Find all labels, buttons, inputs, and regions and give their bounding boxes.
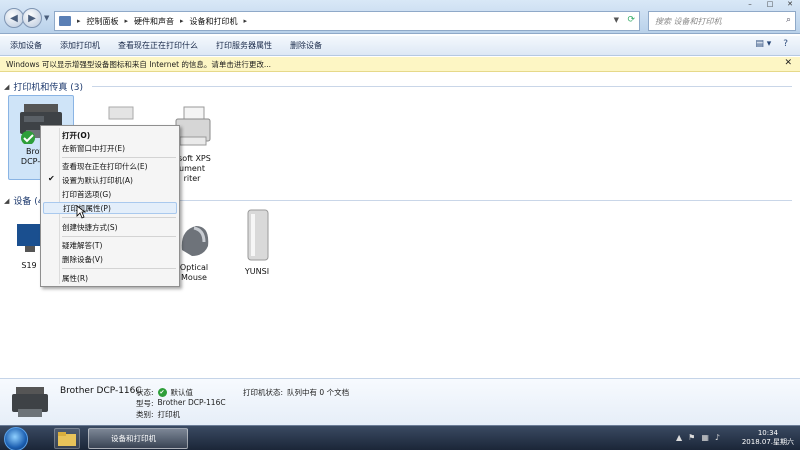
model-label: 型号: [136, 399, 154, 408]
menu-separator [62, 236, 176, 237]
menu-item-printer-properties[interactable]: 打印机属性(P) [43, 202, 177, 214]
taskbar-explorer-button[interactable] [54, 428, 80, 449]
window-controls: – □ ✕ [740, 0, 800, 11]
address-bar-area: ◀ ▶ ▼ ▸ 控制面板 ▸ 硬件和声音 ▸ 设备和打印机 ▸ ▼ ⟳ 搜索 设… [0, 0, 800, 34]
mouse-icon [181, 226, 209, 256]
menu-item-create-shortcut[interactable]: 创建快捷方式(S) [43, 221, 177, 233]
add-printer-button[interactable]: 添加打印机 [60, 40, 100, 51]
clock-date: 2018.07.星期六 [741, 438, 794, 446]
check-circle-icon: ✔ [157, 388, 167, 397]
help-icon[interactable]: ? [783, 39, 788, 49]
view-options-icon[interactable]: ▤ ▾ [755, 39, 771, 49]
clock-time: 10:34 [757, 429, 778, 437]
details-pane: Brother DCP-116C 状态: ✔ 默认值 型号: Brother D… [0, 378, 800, 425]
group-header-printers[interactable]: ◢ 打印机和传真 (3) [4, 80, 84, 94]
monitor-icon [17, 224, 41, 252]
menu-item-properties[interactable]: 属性(R) [43, 272, 177, 284]
info-bar-text: Windows 可以显示增强型设备图标和来自 Internet 的信息。请单击进… [6, 59, 272, 69]
control-panel-icon [59, 16, 71, 26]
system-tray: ▲ ⚑ ▦ ♪ [676, 433, 720, 442]
printer-status-label: 打印机状态: [243, 388, 284, 397]
show-hidden-icons-icon[interactable]: ▲ [676, 433, 682, 442]
menu-item-remove-device[interactable]: 删除设备(V) [43, 253, 177, 265]
menu-item-preferences[interactable]: 打印首选项(G) [43, 188, 177, 200]
menu-item-open-new-window[interactable]: 在新窗口中打开(E) [43, 142, 177, 154]
arrow-left-icon: ◀ [10, 12, 18, 24]
device-name: Brother DCP-116C [60, 386, 142, 396]
search-input[interactable]: 搜索 设备和打印机 ⌕ [648, 11, 796, 31]
printer-tile-fax[interactable] [100, 105, 140, 125]
context-menu: 打开(O) 在新窗口中打开(E) 查看现在正在打印什么(E) ✔ 设置为默认打印机… [40, 125, 180, 287]
collapse-icon: ◢ [4, 82, 10, 91]
forward-button[interactable]: ▶ [22, 8, 42, 28]
info-bar[interactable]: Windows 可以显示增强型设备图标和来自 Internet 的信息。请单击进… [0, 57, 800, 72]
minimize-button[interactable]: – [740, 0, 760, 11]
category-label: 类别: [136, 410, 154, 419]
fax-icon [108, 106, 134, 120]
device-tile-drive[interactable]: YUNSI [234, 208, 280, 282]
device-label: YUNSI [244, 267, 270, 276]
print-server-properties-button[interactable]: 打印服务器属性 [216, 40, 272, 51]
clock[interactable]: 10:34 2018.07.星期六 [742, 429, 794, 447]
remove-device-button[interactable]: 删除设备 [290, 40, 322, 51]
see-whats-printing-button[interactable]: 查看现在正在打印什么 [118, 40, 198, 51]
network-icon[interactable]: ▦ [701, 433, 709, 442]
printer-status-value: 队列中有 0 个文档 [287, 388, 350, 397]
back-button[interactable]: ◀ [4, 8, 24, 28]
category-value: 打印机 [157, 410, 181, 419]
maximize-button[interactable]: □ [760, 0, 780, 11]
close-icon[interactable]: ✕ [784, 58, 792, 68]
volume-icon[interactable]: ♪ [715, 433, 720, 442]
arrow-right-icon: ▶ [28, 12, 36, 24]
address-field[interactable]: ▸ 控制面板 ▸ 硬件和声音 ▸ 设备和打印机 ▸ ▼ ⟳ [54, 11, 640, 31]
printer-icon [12, 387, 48, 417]
checkmark-icon: ✔ [48, 174, 55, 183]
command-bar: 添加设备 添加打印机 查看现在正在打印什么 打印服务器属性 删除设备 ▤ ▾ ? [0, 36, 800, 56]
breadcrumb-item[interactable]: 控制面板 [87, 16, 119, 27]
status-label: 状态: [136, 388, 154, 397]
folder-icon [58, 432, 76, 446]
menu-separator [62, 157, 176, 158]
start-button[interactable] [4, 427, 28, 450]
menu-item-set-default[interactable]: ✔ 设置为默认打印机(A) [43, 174, 177, 186]
recent-pages-dropdown[interactable]: ▼ [44, 14, 49, 22]
model-value: Brother DCP-116C [157, 398, 226, 407]
flag-icon[interactable]: ⚑ [688, 433, 695, 442]
breadcrumb-item[interactable]: 设备和打印机 [190, 16, 238, 27]
address-dropdown[interactable]: ▼ [614, 16, 619, 24]
search-placeholder: 搜索 设备和打印机 [655, 16, 722, 26]
mouse-cursor-icon [76, 205, 86, 219]
menu-item-open[interactable]: 打开(O) [43, 129, 177, 141]
usb-drive-icon [247, 209, 269, 261]
breadcrumb-item[interactable]: 硬件和声音 [134, 16, 174, 27]
add-device-button[interactable]: 添加设备 [10, 40, 42, 51]
group-title: 打印机和传真 (3) [13, 83, 84, 93]
menu-separator [62, 268, 176, 269]
collapse-icon: ◢ [4, 196, 10, 205]
refresh-icon[interactable]: ⟳ [627, 15, 635, 25]
status-value: 默认值 [170, 388, 194, 397]
search-icon: ⌕ [785, 15, 791, 25]
taskbar-devices-printers-button[interactable]: 设备和打印机 [88, 428, 188, 449]
menu-item-see-printing[interactable]: 查看现在正在打印什么(E) [43, 160, 177, 172]
menu-item-troubleshoot[interactable]: 疑难解答(T) [43, 239, 177, 251]
close-button[interactable]: ✕ [780, 0, 800, 11]
taskbar: 设备和打印机 ▲ ⚑ ▦ ♪ 10:34 2018.07.星期六 [0, 425, 800, 450]
